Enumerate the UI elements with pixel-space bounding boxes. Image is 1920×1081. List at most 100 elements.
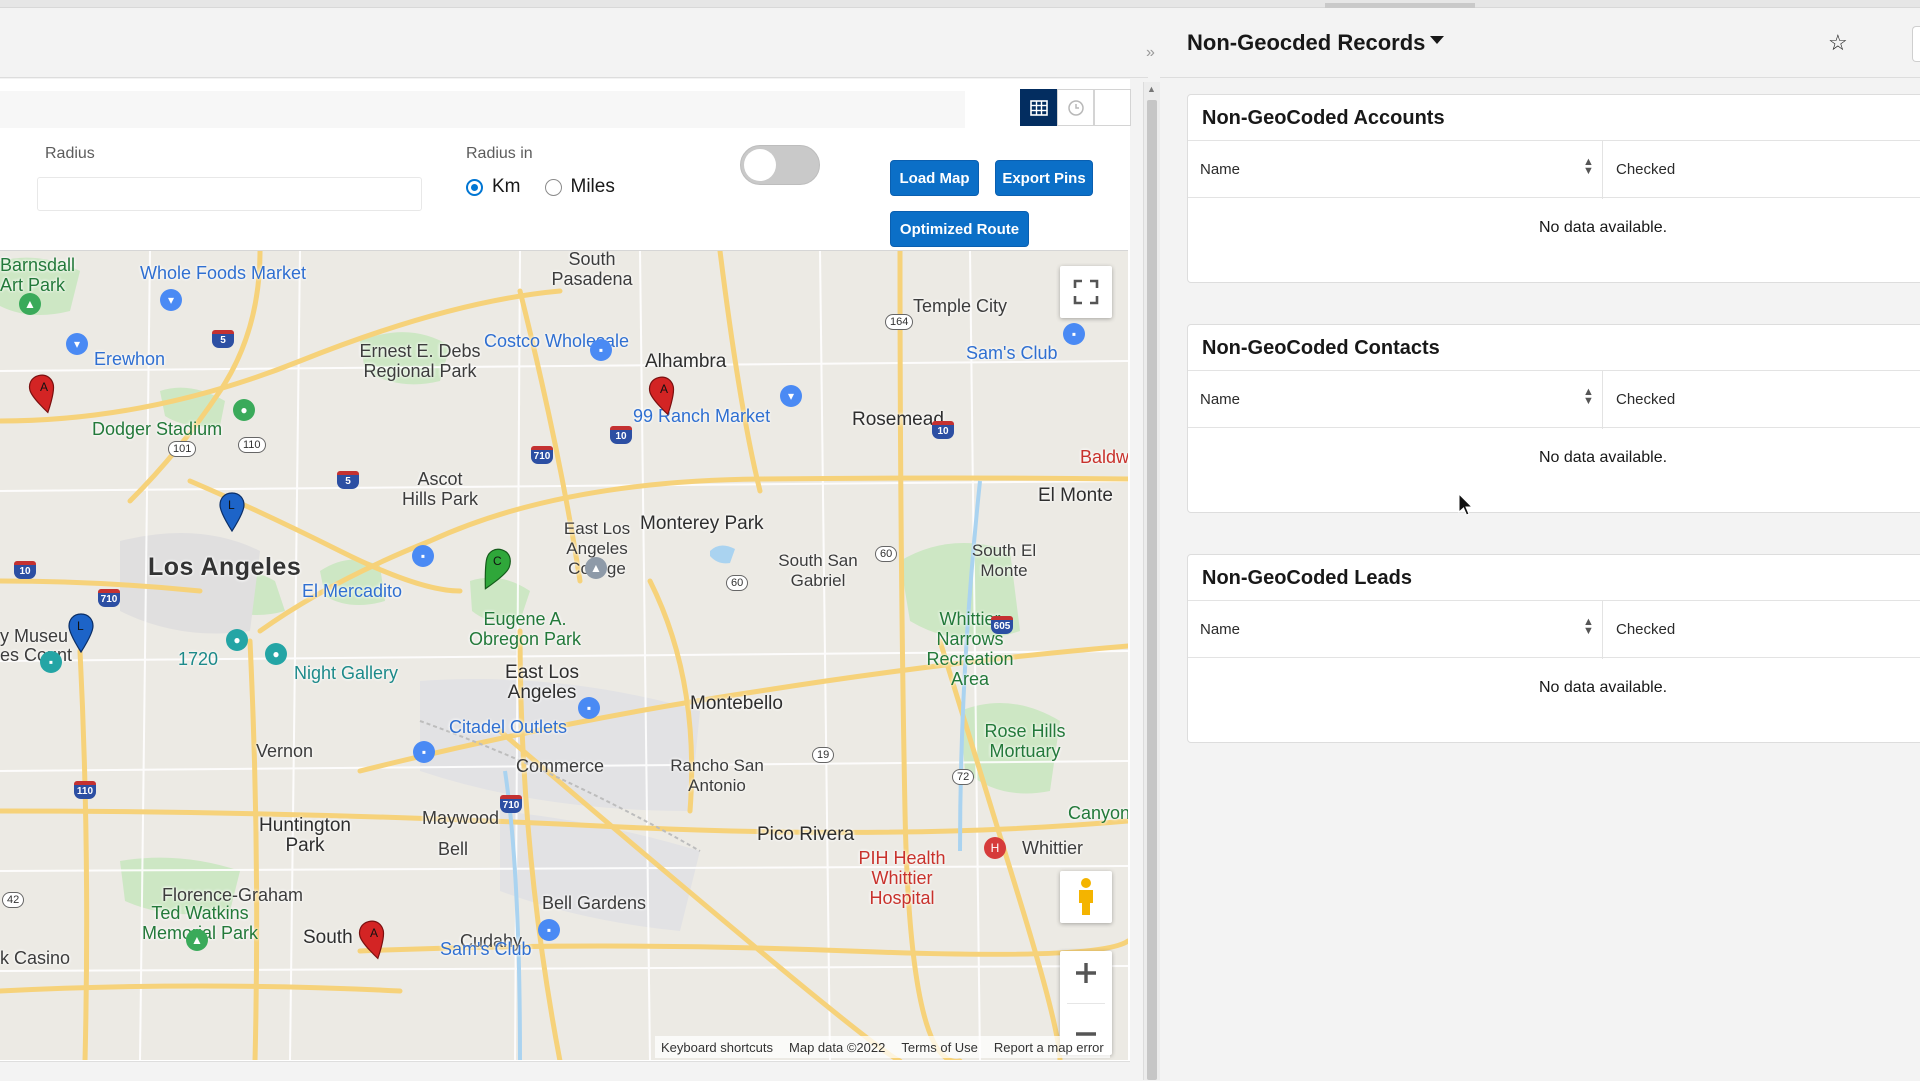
radius-label: Radius [45, 145, 95, 162]
report-map-error-link[interactable]: Report a map error [994, 1040, 1104, 1055]
card-title: Non-GeoCoded Contacts [1202, 337, 1440, 359]
column-divider [1602, 601, 1603, 659]
shopping-bag-icon[interactable]: ▪ [578, 697, 600, 719]
place-rancho-san-antonio: Rancho San Antonio [670, 756, 764, 795]
poi-erewhon[interactable]: Erewhon [94, 349, 165, 370]
place-museum-partial: y Museu [0, 626, 69, 646]
cafe-icon[interactable]: ● [226, 629, 248, 651]
filter-strip[interactable] [0, 91, 965, 128]
shopping-bag-icon[interactable]: ▪ [413, 741, 435, 763]
fullscreen-icon [1073, 279, 1099, 305]
map-pin-l[interactable]: L [217, 491, 247, 533]
shopping-bag-icon[interactable]: ▪ [1063, 323, 1085, 345]
panel-title[interactable]: Non-Geocded Records [1187, 30, 1425, 56]
shopping-bag-icon[interactable]: ▪ [412, 545, 434, 567]
export-pins-button[interactable]: Export Pins [995, 160, 1093, 196]
terms-of-use-link[interactable]: Terms of Use [901, 1040, 978, 1055]
poi-whole-foods[interactable]: Whole Foods Market [140, 263, 306, 284]
sort-icon[interactable]: ▲ ▼ [1583, 157, 1594, 177]
interstate-shield: 710 [531, 446, 553, 464]
park-icon[interactable]: ▲ [186, 929, 208, 951]
gallery-icon[interactable]: ● [265, 643, 287, 665]
radius-input[interactable] [37, 177, 422, 211]
column-checked-header[interactable]: Checked [1616, 161, 1675, 178]
map-pin-a[interactable]: A [648, 375, 678, 417]
map-pin-a[interactable]: A [358, 919, 388, 961]
map-panel: » Radius Radius in Km Miles Load Map Exp… [0, 8, 1155, 1081]
column-name-header[interactable]: Name [1200, 391, 1240, 408]
poi-night-gallery[interactable]: Night Gallery [294, 663, 398, 684]
place-rose-hills: Rose Hills Mortuary [984, 721, 1066, 761]
shopping-cart-icon[interactable]: ▾ [160, 289, 182, 311]
toggle-knob [744, 149, 776, 181]
poi-sams-club-1[interactable]: Sam's Club [966, 343, 1057, 364]
shopping-cart-icon[interactable]: ▾ [780, 385, 802, 407]
place-baldw-partial: Baldw [1080, 447, 1128, 467]
scrollbar-thumb[interactable] [1147, 100, 1157, 1080]
place-huntington-park: Huntington Park [259, 815, 351, 856]
map-pin-c[interactable]: C [478, 547, 518, 593]
column-checked-header[interactable]: Checked [1616, 621, 1675, 638]
place-pico-rivera: Pico Rivera [757, 824, 855, 845]
grid-view-button[interactable] [1020, 89, 1057, 126]
column-divider [1602, 371, 1603, 429]
load-map-button[interactable]: Load Map [890, 160, 979, 196]
radius-unit-group: Km Miles [466, 176, 615, 198]
place-alhambra: Alhambra [645, 351, 727, 372]
clock-view-button[interactable] [1057, 89, 1094, 126]
place-whittier: Whittier [1022, 838, 1084, 858]
toggle-switch[interactable] [740, 145, 820, 185]
map-pin-a[interactable]: A [28, 373, 58, 415]
route-shield: 60 [875, 546, 898, 562]
sort-icon[interactable]: ▲ ▼ [1583, 387, 1594, 407]
street-view-button[interactable] [1060, 871, 1112, 923]
poi-pih-health[interactable]: PIH Health Whittier Hospital [842, 848, 962, 908]
museum-icon[interactable]: ▪ [40, 651, 62, 673]
place-south-pasadena: South Pasadena [551, 250, 633, 289]
column-checked-header[interactable]: Checked [1616, 391, 1675, 408]
column-name-header[interactable]: Name [1200, 621, 1240, 638]
route-shield: 110 [238, 437, 266, 453]
shopping-bag-icon[interactable]: ▪ [538, 919, 560, 941]
shopping-cart-icon[interactable]: ▾ [66, 333, 88, 355]
interstate-shield: 10 [610, 426, 632, 444]
place-commerce: Commerce [516, 756, 605, 776]
optimized-route-button[interactable]: Optimized Route [890, 211, 1029, 247]
map-panel-body: Radius Radius in Km Miles Load Map Expor… [0, 79, 1131, 1081]
pin-letter: A [660, 382, 668, 396]
chevron-down-icon[interactable] [1430, 36, 1444, 44]
park-icon[interactable]: ▲ [19, 293, 41, 315]
collapse-panel-icon[interactable]: » [1146, 44, 1155, 62]
poi-el-mercadito[interactable]: El Mercadito [302, 581, 402, 602]
poi-dodger-stadium[interactable]: Dodger Stadium [92, 419, 222, 440]
place-ascot-hills-park: Ascot Hills Park [401, 469, 478, 509]
shopping-bag-icon[interactable]: ▪ [590, 339, 612, 361]
map-pin-l[interactable]: L [66, 612, 96, 654]
scroll-up-icon[interactable]: ▲ [1147, 84, 1156, 94]
map-panel-scrollbar[interactable]: ▲ [1143, 82, 1160, 1080]
panel-header: Non-Geocded Records ☆ [1160, 8, 1920, 78]
column-name-header[interactable]: Name [1200, 161, 1240, 178]
card-title: Non-GeoCoded Accounts [1202, 107, 1445, 129]
miles-radio[interactable] [544, 178, 562, 196]
empty-message: No data available. [1538, 449, 1668, 466]
km-radio[interactable] [466, 178, 483, 196]
map-canvas[interactable]: Los Angeles Alhambra Monterey Park Rosem… [0, 250, 1128, 1060]
poi-sams-club-2[interactable]: Sam's Club [440, 939, 531, 960]
panel-edge-button[interactable] [1912, 26, 1920, 62]
extra-view-button[interactable] [1094, 89, 1131, 126]
pin-letter: L [77, 619, 84, 633]
keyboard-shortcuts-link[interactable]: Keyboard shortcuts [661, 1040, 773, 1055]
hospital-icon[interactable]: H [984, 837, 1006, 859]
stadium-icon[interactable]: ● [233, 399, 255, 421]
km-radio-label: Km [492, 176, 521, 197]
zoom-in-icon[interactable] [1073, 960, 1099, 986]
fullscreen-button[interactable] [1060, 266, 1112, 318]
map-data-text: Map data ©2022 [789, 1039, 886, 1055]
sort-icon[interactable]: ▲ ▼ [1583, 617, 1594, 637]
route-shield: 19 [812, 747, 835, 763]
poi-1720[interactable]: 1720 [178, 649, 218, 670]
star-icon[interactable]: ☆ [1828, 30, 1848, 56]
school-icon[interactable]: ▲ [585, 557, 607, 579]
poi-citadel-outlets[interactable]: Citadel Outlets [449, 717, 567, 738]
